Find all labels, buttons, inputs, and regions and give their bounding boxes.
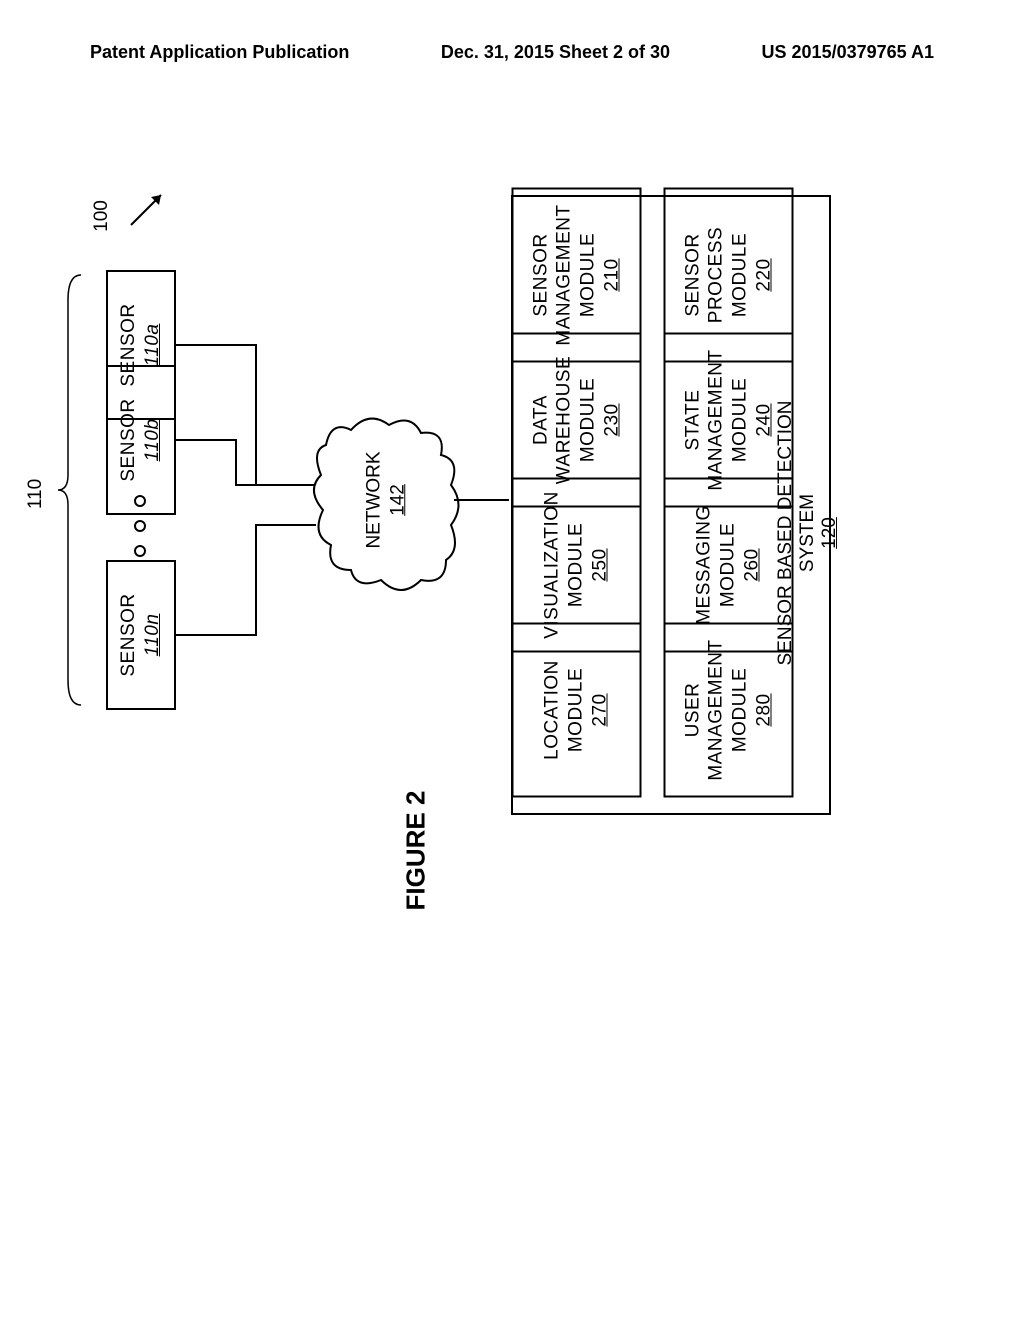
module-270-ref: 270 — [588, 693, 612, 726]
ellipsis-dot — [134, 495, 146, 507]
sensor-b-box: SENSOR 110b — [106, 365, 176, 515]
ref-110: 110 — [25, 479, 47, 509]
module-240-l1: STATE — [681, 390, 705, 451]
page-header: Patent Application Publication Dec. 31, … — [0, 42, 1024, 63]
connector-network-system — [454, 495, 514, 505]
sensor-b-label: SENSOR — [117, 398, 141, 481]
module-250-ref: 250 — [588, 548, 612, 581]
module-280-l2: MANAGEMENT — [705, 639, 729, 780]
module-220-l3: MODULE — [729, 233, 753, 317]
module-250-l2: MODULE — [565, 523, 589, 607]
module-270: LOCATION MODULE 270 — [512, 623, 642, 798]
header-right: US 2015/0379765 A1 — [762, 42, 934, 63]
module-210-l2: MANAGEMENT — [553, 204, 577, 345]
module-250-l1: VISUALIZATION — [541, 491, 565, 639]
arrow-100 — [126, 185, 176, 235]
ref-100: 100 — [91, 200, 113, 232]
module-260-l2: MODULE — [717, 523, 741, 607]
network-text: NETWORK 142 — [362, 451, 410, 548]
module-240-l3: MODULE — [729, 378, 753, 462]
network-label: NETWORK — [362, 451, 386, 548]
module-230-l1: DATA — [529, 395, 553, 445]
module-230-l3: MODULE — [577, 378, 601, 462]
module-270-l2: MODULE — [565, 668, 589, 752]
module-280-l3: MODULE — [729, 668, 753, 752]
sensor-a-ref: 110a — [141, 324, 165, 367]
module-230-ref: 230 — [600, 403, 624, 436]
module-240-l2: MANAGEMENT — [705, 349, 729, 490]
network-cloud: NETWORK 142 — [311, 405, 461, 595]
module-220-l1: SENSOR — [681, 233, 705, 316]
sensor-b-ref: 110b — [141, 419, 165, 462]
module-270-l1: LOCATION — [541, 660, 565, 760]
system-ref: 120 — [819, 383, 841, 683]
module-280: USER MANAGEMENT MODULE 280 — [664, 623, 794, 798]
network-ref: 142 — [386, 451, 410, 548]
module-260-l1: MESSAGING — [693, 505, 717, 625]
module-220-l2: PROCESS — [705, 227, 729, 323]
ellipsis-dot — [134, 520, 146, 532]
sensor-n-box: SENSOR 110n — [106, 560, 176, 710]
module-220-ref: 220 — [752, 258, 776, 291]
ellipsis-dot — [134, 545, 146, 557]
sensor-brace — [56, 270, 86, 710]
module-260-ref: 260 — [740, 548, 764, 581]
module-230-l2: WAREHOUSE — [553, 356, 577, 484]
sensor-n-label: SENSOR — [117, 593, 141, 676]
header-center: Dec. 31, 2015 Sheet 2 of 30 — [441, 42, 670, 63]
module-210-ref: 210 — [600, 258, 624, 291]
module-280-l1: USER — [681, 683, 705, 738]
sensor-n-ref: 110n — [141, 614, 165, 657]
module-210-l1: SENSOR — [529, 233, 553, 316]
diagram: 100 SENSOR 110a SENSOR 110b SENSOR 110n … — [96, 155, 926, 1125]
module-210-l3: MODULE — [577, 233, 601, 317]
header-left: Patent Application Publication — [90, 42, 349, 63]
module-240-ref: 240 — [752, 403, 776, 436]
figure-label: FIGURE 2 — [400, 791, 431, 911]
module-280-ref: 280 — [752, 693, 776, 726]
